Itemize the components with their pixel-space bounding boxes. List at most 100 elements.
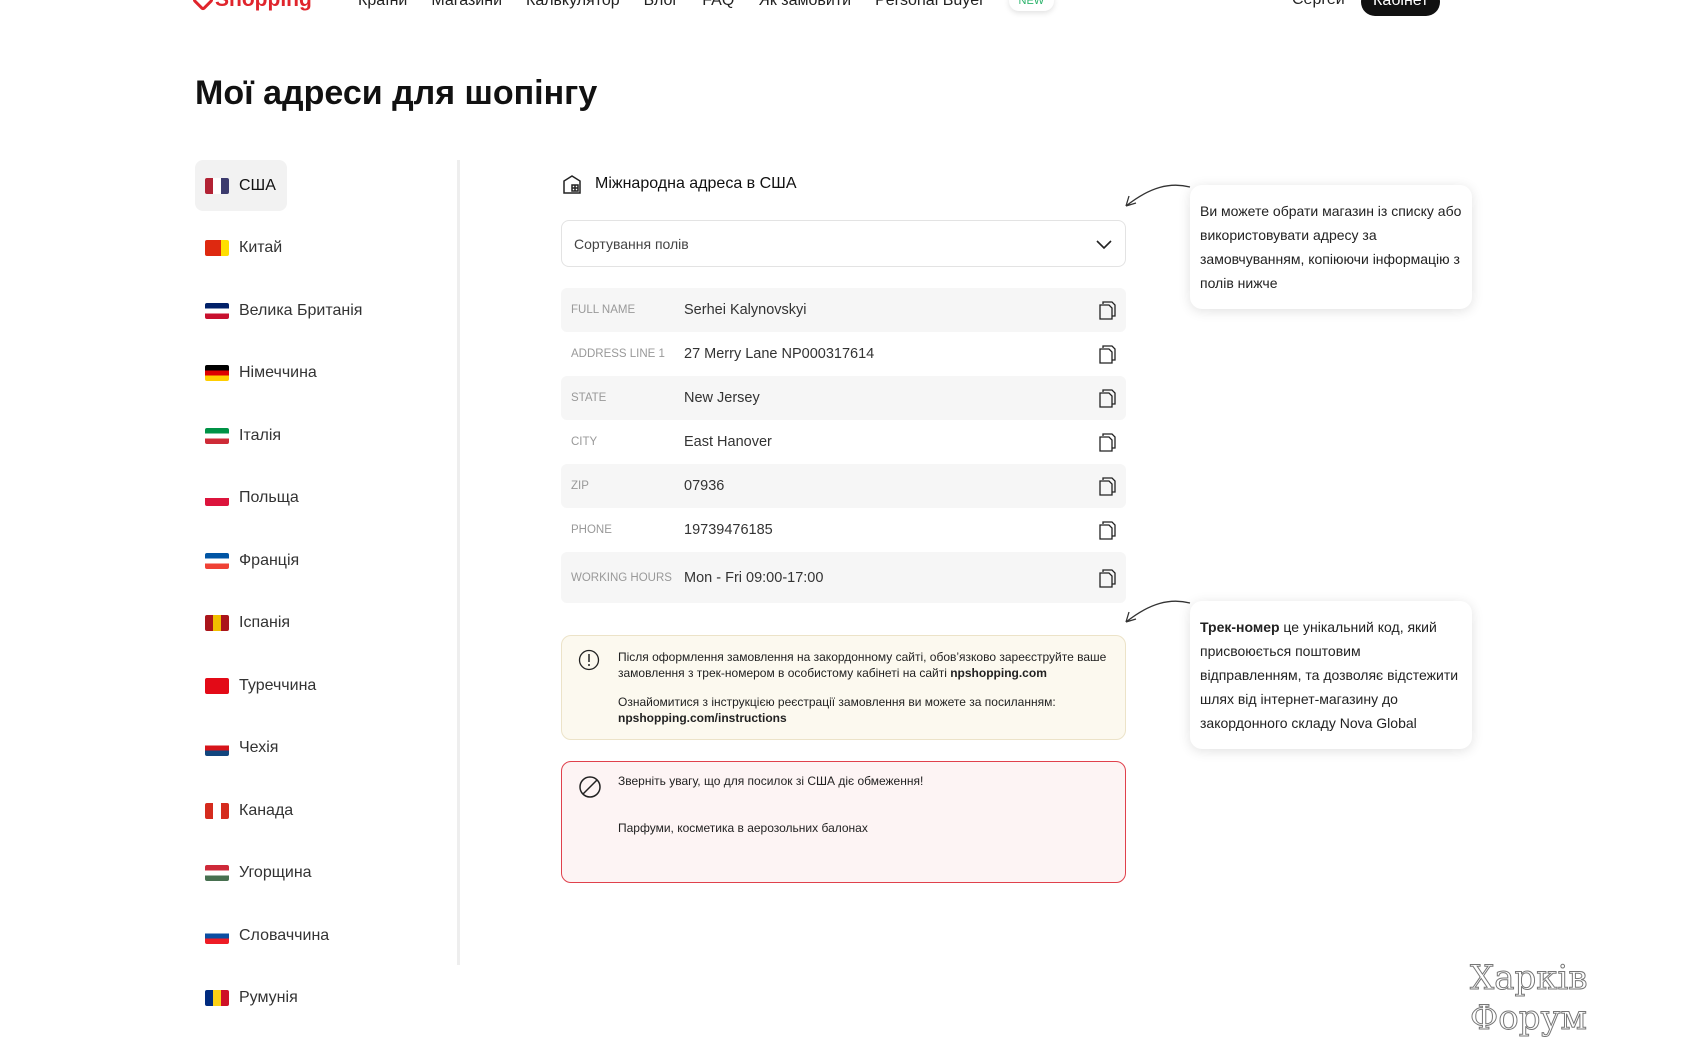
sidebar-scrollbar[interactable] [457, 160, 460, 965]
sidebar-item-country[interactable]: Польща [195, 473, 395, 524]
country-label: Велика Британія [239, 301, 363, 319]
field-value[interactable]: Mon - Fri 09:00-17:00 [684, 570, 1098, 586]
flag-icon [205, 990, 229, 1006]
logo-text: Shopping [215, 0, 312, 12]
flag-icon [205, 802, 229, 819]
flag-icon [205, 927, 229, 944]
flag-icon [205, 427, 229, 444]
country-label: Туреччина [239, 676, 317, 694]
copy-icon[interactable] [1098, 300, 1116, 320]
sidebar-item-country[interactable]: Туреччина [195, 660, 395, 711]
address-field-row: Phone 19739476185 [561, 508, 1126, 552]
country-label: Франція [239, 551, 300, 569]
tooltip-bold: Трек-номер [1200, 619, 1280, 635]
top-nav: Shopping Країни Магазини Калькулятор Блог FA… [0, 0, 1682, 18]
nav-item[interactable]: Магазини [431, 0, 502, 10]
field-value[interactable]: New Jersey [684, 390, 1098, 406]
copy-icon[interactable] [1098, 568, 1116, 588]
tooltip-track-number: Трек-номер це унікальний код, який присв… [1190, 601, 1472, 749]
nav-item[interactable]: Країни [358, 0, 407, 10]
logo-icon [191, 0, 215, 12]
info-notice: Після оформлення замовлення на закордонн… [561, 635, 1126, 740]
field-label: City [571, 436, 598, 448]
flag-icon [205, 177, 229, 194]
field-label: Address line 1 [571, 348, 665, 360]
field-value[interactable]: 19739476185 [684, 522, 1098, 538]
sort-fields-dropdown[interactable]: Сортування полів [561, 220, 1126, 267]
address-field-row: Zip 07936 [561, 464, 1126, 508]
flag-icon [205, 615, 229, 631]
nav-item[interactable]: Блог [644, 0, 679, 10]
country-sidebar: США Китай Велика Британія Німеччина Італія По… [195, 160, 395, 1035]
info-text-2: Ознайомитися з інструкцією реєстрації за… [618, 695, 1056, 709]
field-value[interactable]: 07936 [684, 478, 1098, 494]
address-panel: Міжнародна адреса в США Сортування полів… [561, 170, 1126, 883]
copy-icon[interactable] [1098, 388, 1116, 408]
country-label: США [239, 176, 276, 194]
country-label: Чехія [239, 739, 279, 756]
sidebar-item-country[interactable]: Велика Британія [195, 285, 395, 336]
flag-icon [205, 365, 229, 381]
user-name[interactable]: Сергей [1292, 0, 1345, 9]
chevron-down-icon [1096, 239, 1112, 249]
sidebar-item-country[interactable]: Франція [195, 535, 395, 586]
country-label: Канада [239, 801, 294, 819]
copy-icon[interactable] [1098, 344, 1116, 364]
watermark: Харків Форум [1470, 958, 1589, 1038]
nav-item[interactable]: FAQ [702, 0, 734, 10]
nav-item[interactable]: Personal Buyer [875, 0, 984, 10]
tooltip-store-hint: Ви можете обрати магазин із списку або в… [1190, 185, 1472, 309]
sidebar-item-country[interactable]: Іспанія [195, 598, 395, 649]
field-label: Full name [571, 304, 636, 316]
copy-icon[interactable] [1098, 476, 1116, 496]
country-label: Китай [239, 239, 283, 256]
sidebar-item-country[interactable]: Словаччина [195, 910, 395, 961]
country-label: Італія [239, 426, 282, 444]
npshopping-link[interactable]: npshopping.com [950, 666, 1047, 680]
warning-title: Зверніть увагу, що для посилок зі США ді… [618, 774, 924, 788]
sidebar-item-country[interactable]: Угорщина [195, 848, 395, 899]
address-fields: Full name Serhei Kalynovskyi Address line … [561, 288, 1126, 603]
sidebar-item-country[interactable]: Чехія [195, 723, 395, 774]
sidebar-item-country[interactable]: Канада [195, 785, 395, 836]
field-label: State [571, 392, 607, 404]
restriction-warning: Зверніть увагу, що для посилок зі США ді… [561, 761, 1126, 883]
flag-icon [205, 552, 229, 569]
instructions-link[interactable]: npshopping.com/instructions [618, 711, 787, 725]
field-value[interactable]: 27 Merry Lane NP000317614 [684, 346, 1098, 362]
prohibited-icon [579, 776, 601, 798]
flag-icon [205, 865, 229, 881]
copy-icon[interactable] [1098, 520, 1116, 540]
country-label: Польща [239, 489, 299, 506]
main-menu: Країни Магазини Калькулятор Блог FAQ Як замов… [358, 0, 1055, 11]
sidebar-item-country[interactable]: Італія [195, 410, 395, 461]
flag-icon [205, 677, 229, 694]
new-badge: NEW [1008, 0, 1055, 11]
field-value[interactable]: East Hanover [684, 434, 1098, 450]
flag-icon [205, 302, 229, 319]
flag-icon [205, 740, 229, 756]
logo[interactable]: Shopping [191, 0, 312, 12]
field-value[interactable]: Serhei Kalynovskyi [684, 302, 1098, 318]
sidebar-item-country[interactable]: Румунія [195, 973, 395, 1024]
copy-icon[interactable] [1098, 432, 1116, 452]
address-field-row: Address line 1 27 Merry Lane NP000317614 [561, 332, 1126, 376]
address-field-row: City East Hanover [561, 420, 1126, 464]
sidebar-item-country[interactable]: США [195, 160, 287, 211]
arrow-icon [1125, 600, 1191, 623]
address-field-row: Full name Serhei Kalynovskyi [561, 288, 1126, 332]
tooltip-text: це унікальний код, який присвоюється пош… [1200, 619, 1459, 731]
address-field-row: State New Jersey [561, 376, 1126, 420]
sidebar-item-country[interactable]: Німеччина [195, 348, 395, 399]
country-label: Угорщина [239, 864, 312, 881]
field-label: Zip [571, 480, 589, 492]
country-label: Словаччина [239, 926, 330, 944]
page-title: Мої адреси для шопінгу [195, 74, 598, 112]
nav-item[interactable]: Як замовити [758, 0, 851, 10]
sidebar-item-country[interactable]: Китай [195, 223, 395, 274]
restricted-items: Парфуми, косметика в аерозольних балонах [618, 821, 868, 835]
address-field-row: Working hours Mon - Fri 09:00-17:00 [561, 552, 1126, 603]
flag-icon [205, 240, 229, 256]
cabinet-button[interactable]: Кабінет [1361, 0, 1441, 16]
nav-item[interactable]: Калькулятор [526, 0, 620, 10]
